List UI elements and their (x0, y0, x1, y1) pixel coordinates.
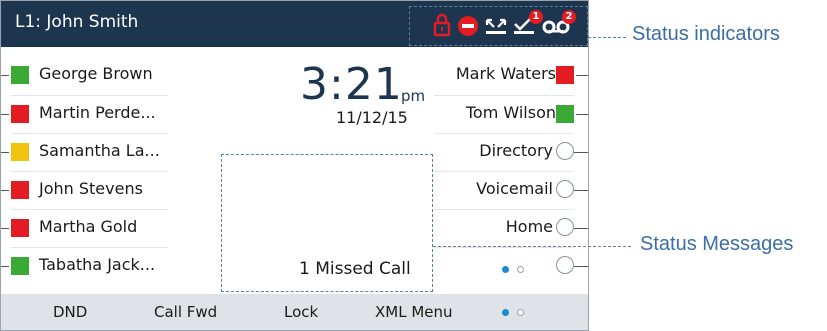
key-tick (574, 228, 588, 229)
right-key-label: Home (505, 217, 553, 236)
softkey-page-dot-active[interactable] (502, 309, 509, 316)
presence-indicator (11, 181, 29, 199)
softkey-call-fwd[interactable]: Call Fwd (154, 303, 217, 321)
softkey-bar: DND Call Fwd Lock XML Menu (1, 294, 588, 330)
right-key-label: Mark Waters (455, 64, 556, 83)
presence-indicator (11, 66, 29, 84)
key-tick (574, 266, 588, 267)
left-key-2[interactable]: Martin Perde... (1, 95, 168, 133)
key-tick (1, 190, 9, 191)
left-key-label: Samantha La... (39, 141, 160, 160)
key-tick (574, 190, 588, 191)
right-key-1[interactable]: Mark Waters (434, 56, 588, 94)
key-tick (1, 75, 9, 76)
left-key-6[interactable]: Tabatha Jack... (1, 247, 168, 285)
left-key-label: Martin Perde... (39, 103, 156, 122)
left-key-1[interactable]: George Brown (1, 56, 168, 94)
right-key-5[interactable]: Home (434, 209, 588, 247)
presence-indicator (11, 219, 29, 237)
key-circle-indicator (556, 256, 574, 274)
left-key-label: Martha Gold (39, 217, 138, 236)
presence-indicator (556, 105, 574, 123)
key-tick (1, 266, 9, 267)
softkey-dnd[interactable]: DND (53, 303, 87, 321)
key-tick (576, 114, 588, 115)
right-key-6[interactable] (434, 247, 588, 285)
key-tick (574, 152, 588, 153)
status-message[interactable]: 1 Missed Call (299, 259, 411, 279)
right-key-3[interactable]: Directory (434, 133, 588, 171)
page-dot-active[interactable] (502, 266, 509, 273)
page-dot-inactive[interactable] (517, 266, 524, 273)
right-key-label: Directory (479, 141, 553, 160)
right-key-label: Tom Wilson (465, 103, 556, 122)
left-key-label: George Brown (39, 64, 153, 83)
status-indicators-highlight (409, 6, 588, 46)
presence-indicator (11, 143, 29, 161)
key-tick (1, 152, 9, 153)
clock-time: 3:21 (300, 59, 403, 110)
phone-screen: L1: John Smith 1 2 George Brown Martin P… (0, 0, 589, 331)
presence-indicator (11, 257, 29, 275)
status-messages-callout: Status Messages (640, 233, 794, 255)
left-key-5[interactable]: Martha Gold (1, 209, 168, 247)
presence-indicator (11, 105, 29, 123)
clock-date: 11/12/15 (336, 108, 408, 127)
left-key-4[interactable]: John Stevens (1, 171, 168, 209)
callout-line (588, 37, 626, 38)
left-key-3[interactable]: Samantha La... (1, 133, 168, 171)
right-key-label: Voicemail (476, 179, 553, 198)
line-title: L1: John Smith (15, 12, 139, 32)
key-circle-indicator (556, 142, 574, 160)
key-tick (1, 114, 9, 115)
callout-line (433, 246, 631, 247)
softkey-page-dot-inactive[interactable] (517, 309, 524, 316)
key-circle-indicator (556, 218, 574, 236)
presence-indicator (556, 66, 574, 84)
status-indicators-callout: Status indicators (632, 23, 780, 45)
softkey-lock[interactable]: Lock (284, 303, 318, 321)
left-key-label: John Stevens (39, 179, 143, 198)
clock-ampm: pm (401, 87, 426, 105)
right-key-2[interactable]: Tom Wilson (434, 95, 588, 133)
left-key-label: Tabatha Jack... (39, 255, 156, 274)
softkey-xml-menu[interactable]: XML Menu (375, 303, 453, 321)
right-key-4[interactable]: Voicemail (434, 171, 588, 209)
key-circle-indicator (556, 180, 574, 198)
key-tick (1, 228, 9, 229)
key-tick (576, 75, 588, 76)
